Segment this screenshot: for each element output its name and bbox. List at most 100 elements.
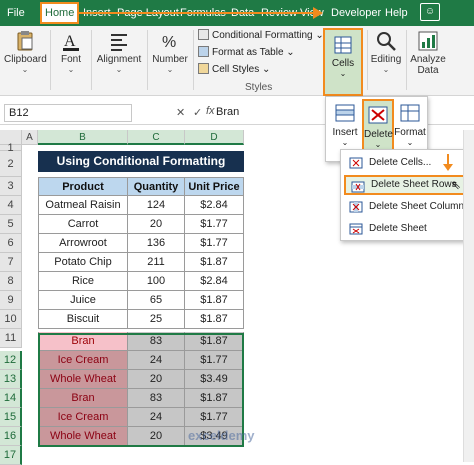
cancel-icon[interactable]: ✕ xyxy=(176,106,185,119)
menu-help[interactable]: Help xyxy=(382,4,411,22)
clipboard-group[interactable]: Clipboard ⌄ xyxy=(4,28,47,74)
annotation-arrow-head xyxy=(313,7,323,19)
cell-unit-price[interactable]: $1.77 xyxy=(185,351,244,370)
cell-quantity[interactable]: 83 xyxy=(128,332,185,351)
cell-unit-price[interactable]: $2.84 xyxy=(185,196,244,215)
menu-item-label: Delete Sheet Columns xyxy=(369,201,470,212)
row-header[interactable]: 15 xyxy=(0,408,22,427)
alignment-group[interactable]: Alignment ⌄ xyxy=(94,28,144,74)
table-header-unit-price[interactable]: Unit Price xyxy=(185,177,244,196)
cell-unit-price[interactable]: $3.49 xyxy=(185,370,244,389)
enter-icon[interactable]: ✓ xyxy=(193,106,202,119)
cell-quantity[interactable]: 20 xyxy=(128,427,185,446)
menu-delete-sheet-columns[interactable]: Delete Sheet Columns xyxy=(344,197,470,217)
row-header[interactable]: 5 xyxy=(0,215,22,234)
menu-delete-sheet-rows[interactable]: Delete Sheet Rows ⇖ xyxy=(344,175,466,195)
cell-quantity[interactable]: 65 xyxy=(128,291,185,310)
row-header[interactable]: 6 xyxy=(0,234,22,253)
cell-unit-price[interactable]: $1.77 xyxy=(185,408,244,427)
cell-quantity[interactable]: 20 xyxy=(128,215,185,234)
cell-product[interactable]: Whole Wheat xyxy=(38,427,128,446)
cell-product[interactable]: Ice Cream xyxy=(38,351,128,370)
column-header[interactable]: B xyxy=(38,130,128,145)
cell-product[interactable]: Oatmeal Raisin xyxy=(38,196,128,215)
cell-product[interactable]: Rice xyxy=(38,272,128,291)
menu-file[interactable]: File xyxy=(4,4,28,22)
cell-unit-price[interactable]: $1.87 xyxy=(185,310,244,329)
chevron-down-icon: ⌄ xyxy=(341,138,349,147)
cell-quantity[interactable]: 20 xyxy=(128,370,185,389)
cell-quantity[interactable]: 211 xyxy=(128,253,185,272)
cell-product[interactable]: Juice xyxy=(38,291,128,310)
row-header[interactable]: 11 xyxy=(0,329,22,348)
cell-unit-price[interactable]: $1.87 xyxy=(185,389,244,408)
delete-rows-icon xyxy=(351,181,365,193)
cell-unit-price[interactable]: $1.87 xyxy=(185,253,244,272)
cell-product[interactable]: Potato Chip xyxy=(38,253,128,272)
analyze-data-icon xyxy=(418,31,438,51)
menu-delete-sheet[interactable]: Delete Sheet xyxy=(344,219,466,239)
table-header-product[interactable]: Product xyxy=(38,177,128,196)
vertical-scrollbar[interactable] xyxy=(463,130,474,462)
name-box[interactable]: B12 xyxy=(4,104,132,122)
font-group[interactable]: A Font ⌄ xyxy=(54,28,88,74)
ribbon-divider xyxy=(147,30,148,90)
cell-quantity[interactable]: 100 xyxy=(128,272,185,291)
column-header[interactable]: C xyxy=(128,130,185,145)
sheet-title[interactable]: Using Conditional Formatting xyxy=(38,151,244,172)
cell-unit-price[interactable]: $1.77 xyxy=(185,215,244,234)
row-header[interactable]: 9 xyxy=(0,291,22,310)
format-as-table-button[interactable]: Format as Table ⌄ xyxy=(198,44,295,61)
feedback-icon[interactable]: ☺ xyxy=(420,3,440,21)
clipboard-label: Clipboard xyxy=(4,54,47,65)
cell-product[interactable]: Ice Cream xyxy=(38,408,128,427)
row-header[interactable]: 3 xyxy=(0,177,22,196)
row-header[interactable]: 16 xyxy=(0,427,22,446)
chevron-down-icon: ⌄ xyxy=(115,65,123,74)
cell-unit-price[interactable]: $1.87 xyxy=(185,291,244,310)
delete-columns-icon xyxy=(349,201,363,213)
cell-product[interactable]: Bran xyxy=(38,332,128,351)
cell-unit-price[interactable]: $1.77 xyxy=(185,234,244,253)
cell-quantity[interactable]: 124 xyxy=(128,196,185,215)
alignment-icon xyxy=(111,34,127,51)
row-header[interactable]: 17 xyxy=(0,446,22,465)
cell-unit-price[interactable]: $1.87 xyxy=(185,332,244,351)
menu-home[interactable]: Home xyxy=(40,2,80,24)
conditional-formatting-button[interactable]: Conditional Formatting ⌄ xyxy=(198,27,324,44)
row-header[interactable]: 7 xyxy=(0,253,22,272)
table-header-quantity[interactable]: Quantity xyxy=(128,177,185,196)
cell-quantity[interactable]: 83 xyxy=(128,389,185,408)
row-header[interactable]: 13 xyxy=(0,370,22,389)
cell-unit-price[interactable]: $2.84 xyxy=(185,272,244,291)
column-header[interactable]: A xyxy=(22,130,38,145)
menu-developer[interactable]: Developer xyxy=(328,4,384,22)
row-header[interactable]: 2 xyxy=(0,151,22,177)
insert-function-icon[interactable]: fx xyxy=(206,105,215,117)
cell-styles-button[interactable]: Cell Styles ⌄ xyxy=(198,61,270,78)
cells-button[interactable]: Cells ⌄ xyxy=(323,28,363,96)
column-header[interactable]: D xyxy=(185,130,244,145)
chevron-down-icon: ⌄ xyxy=(21,65,29,74)
row-header[interactable]: 4 xyxy=(0,196,22,215)
ribbon-divider xyxy=(91,30,92,90)
cell-product[interactable]: Carrot xyxy=(38,215,128,234)
row-header[interactable]: 8 xyxy=(0,272,22,291)
cell-product[interactable]: Arrowroot xyxy=(38,234,128,253)
number-group[interactable]: % Number ⌄ xyxy=(150,28,190,74)
editing-group[interactable]: Editing ⌄ xyxy=(369,28,403,74)
formula-input[interactable]: Bran xyxy=(216,106,239,118)
analyze-data-button[interactable]: Analyze Data xyxy=(410,28,446,76)
row-header[interactable]: 10 xyxy=(0,310,22,329)
cell-product[interactable]: Biscuit xyxy=(38,310,128,329)
cell-product[interactable]: Whole Wheat xyxy=(38,370,128,389)
row-header[interactable]: 12 xyxy=(0,351,22,370)
cell-quantity[interactable]: 136 xyxy=(128,234,185,253)
cell-product[interactable]: Bran xyxy=(38,389,128,408)
cell-quantity[interactable]: 24 xyxy=(128,351,185,370)
chevron-down-icon: ⌄ xyxy=(406,138,414,147)
cell-quantity[interactable]: 25 xyxy=(128,310,185,329)
cell-quantity[interactable]: 24 xyxy=(128,408,185,427)
menu-item-label: Delete Sheet Rows xyxy=(371,179,457,190)
row-header[interactable]: 14 xyxy=(0,389,22,408)
